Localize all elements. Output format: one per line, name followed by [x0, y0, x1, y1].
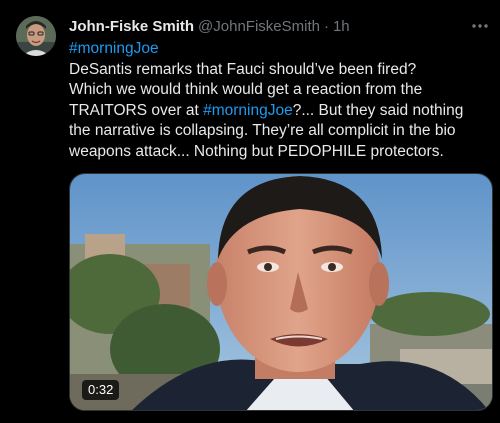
tweet-text-segment: TRAITORS over at	[69, 101, 204, 119]
tweet-text-line: DeSantis remarks that Fauci should’ve be…	[69, 60, 417, 78]
tweet-header: John-Fiske Smith @JohnFiskeSmith · 1h	[69, 17, 350, 37]
hashtag-link[interactable]: #morningJoe	[203, 102, 293, 119]
tweet-text-line: the narrative is collapsing. They’re all…	[69, 122, 456, 140]
tweet-timestamp[interactable]: 1h	[333, 17, 350, 37]
more-options-button[interactable]	[468, 16, 492, 36]
hashtag-link[interactable]: #morningJoe	[69, 40, 159, 57]
avatar-photo	[16, 16, 56, 56]
author-avatar[interactable]	[16, 16, 56, 56]
video-duration-badge: 0:32	[82, 380, 120, 400]
more-dots-icon	[472, 24, 488, 28]
tweet-text-segment: ?... But they said nothing	[292, 101, 464, 119]
author-display-name[interactable]: John-Fiske Smith	[69, 17, 194, 37]
author-handle[interactable]: @JohnFiskeSmith	[198, 17, 320, 37]
video-thumbnail	[70, 174, 492, 410]
tweet[interactable]: John-Fiske Smith @JohnFiskeSmith · 1h #m…	[0, 0, 500, 423]
video-player[interactable]: 0:32	[69, 173, 493, 411]
separator-dot: ·	[323, 18, 329, 35]
tweet-text-line: Which we would think would get a reactio…	[69, 81, 423, 99]
tweet-text: #morningJoe DeSantis remarks that Fauci …	[69, 39, 489, 163]
tweet-text-line: weapons attack... Nothing but PEDOPHILE …	[69, 142, 444, 160]
